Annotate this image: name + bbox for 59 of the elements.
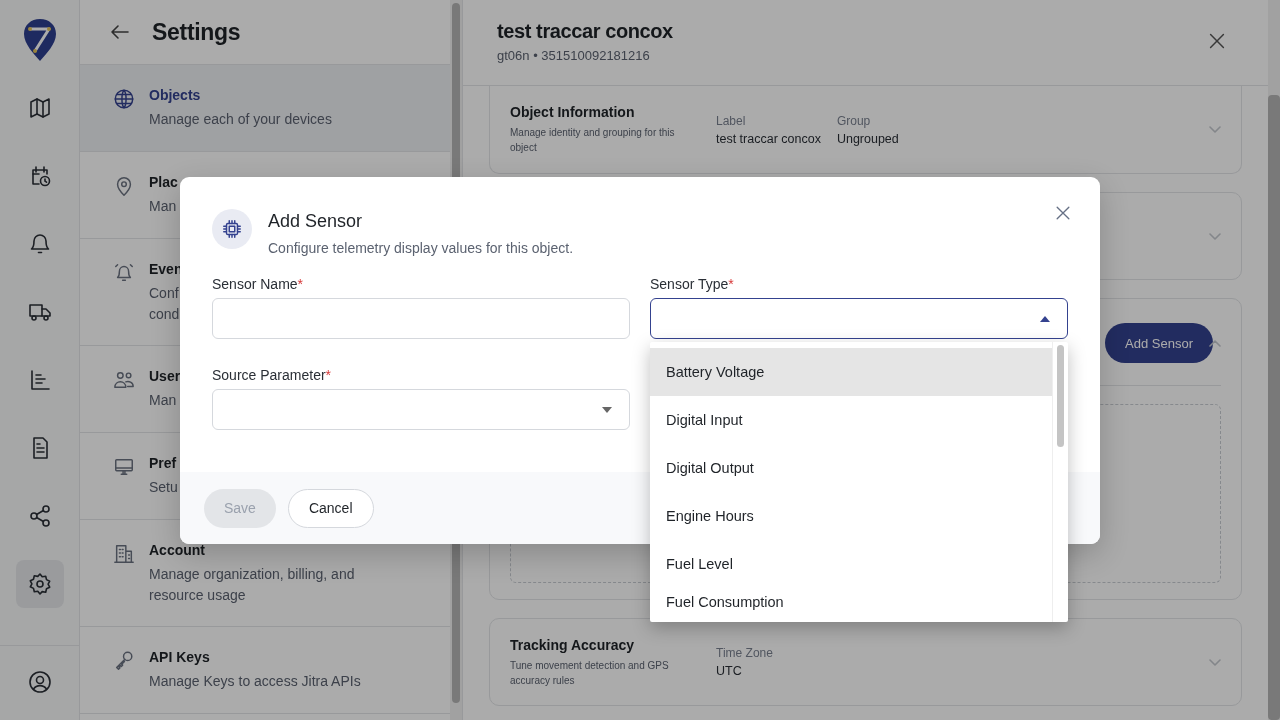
field-value: Ungrouped: [836, 131, 899, 146]
chip-icon: [212, 209, 252, 249]
scrollbar-thumb[interactable]: [1057, 345, 1064, 447]
item-title: API Keys: [149, 649, 210, 665]
item-description: Manage organization, billing, and resource usage: [149, 565, 356, 605]
map-icon: [27, 96, 52, 120]
scrollbar-thumb[interactable]: [1268, 95, 1280, 720]
field-value: UTC: [716, 664, 743, 678]
item-title: Objects: [149, 87, 201, 103]
rail-item[interactable]: [15, 560, 64, 608]
dropdown-option[interactable]: Digital Input: [650, 396, 1052, 444]
item-title: User: [149, 368, 181, 384]
dialog-subtitle: Configure telemetry display values for this object.: [268, 240, 575, 256]
settings-icon: [27, 572, 52, 596]
share-icon: [27, 504, 52, 528]
section-description: Tune movement detection and GPS accuracy rules: [510, 658, 670, 688]
item-title: Plac: [149, 174, 178, 190]
dropdown-option[interactable]: Battery Voltage: [650, 348, 1052, 396]
dropdown-option[interactable]: Digital Output: [650, 444, 1052, 492]
bell-icon: [113, 262, 135, 284]
item-description: Man: [149, 197, 177, 216]
building-icon: [113, 543, 135, 565]
item-description: Manage each of your devices: [149, 110, 332, 129]
monitor-icon: [113, 456, 135, 478]
item-description: Conf cond: [149, 284, 180, 324]
logo-icon[interactable]: [22, 18, 57, 62]
field-label: Time Zone: [716, 646, 773, 660]
section-title: Tracking Accuracy: [510, 636, 634, 653]
user-avatar-icon: [27, 670, 52, 694]
add-sensor-button[interactable]: Add Sensor: [1105, 323, 1213, 363]
field-label: Source Parameter*: [212, 367, 332, 383]
select-field[interactable]: [650, 298, 1068, 339]
section-card[interactable]: Object Information Manage identity and grouping for this object Label test traccar concox Group Ungrouped: [489, 86, 1242, 174]
field-label: Sensor Name*: [212, 276, 304, 292]
dropdown-option[interactable]: Fuel Level: [650, 540, 1052, 588]
text-field[interactable]: [212, 298, 630, 339]
globe-icon: [113, 88, 135, 110]
users-icon: [113, 369, 135, 391]
object-title: test traccar concox: [497, 20, 674, 43]
object-subtitle: gt06n • 351510092181216: [497, 48, 651, 63]
caret-down-icon: [602, 406, 612, 413]
field-label: Group: [836, 113, 872, 128]
field-label: Sensor Type*: [650, 276, 734, 292]
key-icon: [113, 650, 135, 672]
cancel-button[interactable]: Cancel: [287, 488, 374, 528]
dialog-title: Add Sensor: [268, 211, 364, 232]
caret-up-icon: [1040, 315, 1050, 322]
page-title: Settings: [152, 18, 241, 46]
section-title: Object Information: [510, 104, 635, 120]
item-description: Manage Keys to access Jitra APIs: [149, 672, 361, 691]
field-value: test traccar concox: [716, 131, 821, 146]
item-title: Pref: [149, 455, 177, 471]
item-description: Setu: [149, 478, 178, 497]
dropdown-option[interactable]: Engine Hours: [650, 492, 1052, 540]
field-label: Label: [716, 113, 747, 128]
item-description: Man: [149, 391, 177, 410]
settings-item[interactable]: Objects Manage each of your devices: [80, 65, 450, 152]
section-description: Manage identity and grouping for this object: [510, 126, 676, 155]
item-title: Account: [149, 542, 205, 558]
